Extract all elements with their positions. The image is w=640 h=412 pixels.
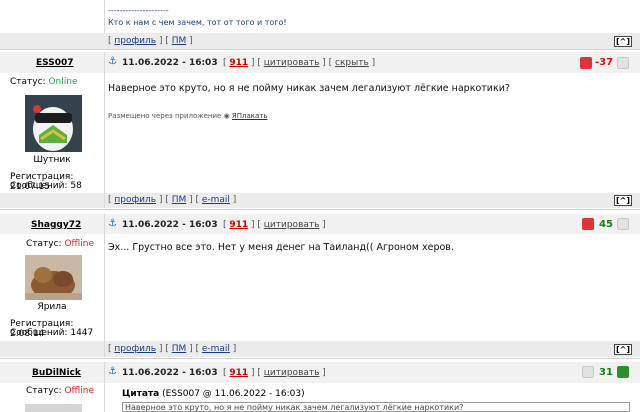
avatar[interactable] <box>25 95 82 152</box>
pm-link[interactable]: ПМ <box>172 195 187 205</box>
quote-meta: (ESS007 @ 11.06.2022 - 16:03) <box>162 389 305 399</box>
email-link[interactable]: e-mail <box>202 195 230 205</box>
quote-link[interactable]: цитировать <box>264 58 320 68</box>
signature-separator: --------------------- <box>108 6 169 15</box>
post-date: 11.06.2022 - 16:03 <box>122 368 218 378</box>
msgs-label: Сообщений: <box>10 181 68 191</box>
via-app: Размещено через приложение ◉ ЯПлакать <box>108 112 268 120</box>
scroll-top-button[interactable]: [^] <box>614 195 633 206</box>
thumb-up-icon[interactable] <box>617 218 629 230</box>
username-link[interactable]: BuDilNick <box>32 368 81 378</box>
quote-header: Цитата (ESS007 @ 11.06.2022 - 16:03) <box>122 389 305 399</box>
status-value: Offline <box>64 239 94 249</box>
signature-text: Кто к нам с чем зачем, тот от того и тог… <box>108 18 287 27</box>
anchor-icon[interactable]: ⚓ <box>108 56 117 67</box>
phone-icon: ◉ <box>223 112 230 120</box>
anchor-icon[interactable]: ⚓ <box>108 218 117 229</box>
profile-link[interactable]: профиль <box>114 344 156 354</box>
quote-link[interactable]: цитировать <box>264 220 320 230</box>
status-value: Offline <box>64 386 94 396</box>
scroll-top-button[interactable]: [^] <box>614 344 633 355</box>
thumb-down-icon[interactable] <box>580 57 592 69</box>
pm-link[interactable]: ПМ <box>172 36 187 46</box>
email-link[interactable]: e-mail <box>202 344 230 354</box>
thumb-up-icon[interactable] <box>617 366 629 378</box>
post-body: Статус: Online Шутник Регистрация: 21.07… <box>0 73 640 193</box>
profile-link[interactable]: профиль <box>114 36 156 46</box>
top-post-body: --------------------- Кто к нам с чем за… <box>0 0 640 33</box>
via-label: Размещено через приложение <box>108 112 222 120</box>
status-label: Статус: <box>26 239 62 249</box>
post-header: Shaggy72 ⚓ 11.06.2022 - 16:03 [ 911 ] [ … <box>0 214 640 234</box>
status-label: Статус: <box>26 386 62 396</box>
post-number-link[interactable]: 911 <box>229 220 248 230</box>
msgs-count: 58 <box>70 181 82 191</box>
hide-link[interactable]: скрыть <box>335 58 369 68</box>
post-text: Эх... Грустно все это. Нет у меня денег … <box>108 242 454 253</box>
status-label: Статус: <box>10 77 46 87</box>
top-post-footer: [ профиль ] [ ПМ ] [^] <box>0 33 640 49</box>
post-header: ESS007 ⚓ 11.06.2022 - 16:03 [ 911 ] [ ци… <box>0 52 640 73</box>
avatar-caption: Ярила <box>37 302 67 312</box>
quote-box: Наверное это круто, но я не пойму никак … <box>122 402 630 412</box>
user-info-panel: Статус: Online Шутник Регистрация: 21.07… <box>0 73 104 193</box>
post-date: 11.06.2022 - 16:03 <box>122 220 218 230</box>
via-app-link[interactable]: ЯПлакать <box>232 112 268 120</box>
quote-text: Наверное это круто, но я не пойму никак … <box>125 403 464 412</box>
avatar[interactable] <box>25 255 82 300</box>
post-footer: [ профиль ] [ ПМ ] [ e-mail ] [^] <box>0 341 640 357</box>
post-score: -37 <box>595 57 614 68</box>
anchor-icon[interactable]: ⚓ <box>108 366 117 377</box>
post-number-link[interactable]: 911 <box>229 58 248 68</box>
profile-link[interactable]: профиль <box>114 195 156 205</box>
post-body: Статус: Offline Ярила Регистрация: 2.08.… <box>0 234 640 341</box>
thumb-down-icon[interactable] <box>582 218 594 230</box>
post-score: 45 <box>599 219 613 230</box>
quote-link[interactable]: цитировать <box>264 368 320 378</box>
quote-label: Цитата <box>122 389 160 399</box>
msgs-count: 1447 <box>70 328 94 338</box>
post-score: 31 <box>599 367 613 378</box>
msgs-label: Сообщений: <box>10 328 68 338</box>
post-number-link[interactable]: 911 <box>229 368 248 378</box>
username-link[interactable]: Shaggy72 <box>31 220 81 230</box>
pm-link[interactable]: ПМ <box>172 344 187 354</box>
post-header: BuDilNick ⚓ 11.06.2022 - 16:03 [ 911 ] [… <box>0 362 640 383</box>
post-date: 11.06.2022 - 16:03 <box>122 58 218 68</box>
user-info-panel: Статус: Offline Ярила Регистрация: 2.08.… <box>0 234 104 341</box>
avatar-caption: Шутник <box>33 155 71 165</box>
status-value: Online <box>48 77 78 87</box>
scroll-top-button[interactable]: [^] <box>614 36 633 47</box>
thumb-up-icon[interactable] <box>617 57 629 69</box>
thumb-down-icon[interactable] <box>582 366 594 378</box>
post-footer: [ профиль ] [ ПМ ] [ e-mail ] [^] <box>0 193 640 208</box>
username-link[interactable]: ESS007 <box>36 58 74 68</box>
post-body: Статус: Offline Цитата (ESS007 @ 11.06.2… <box>0 383 640 412</box>
avatar[interactable] <box>25 404 82 412</box>
post-text: Наверное это круто, но я не пойму никак … <box>108 83 510 94</box>
